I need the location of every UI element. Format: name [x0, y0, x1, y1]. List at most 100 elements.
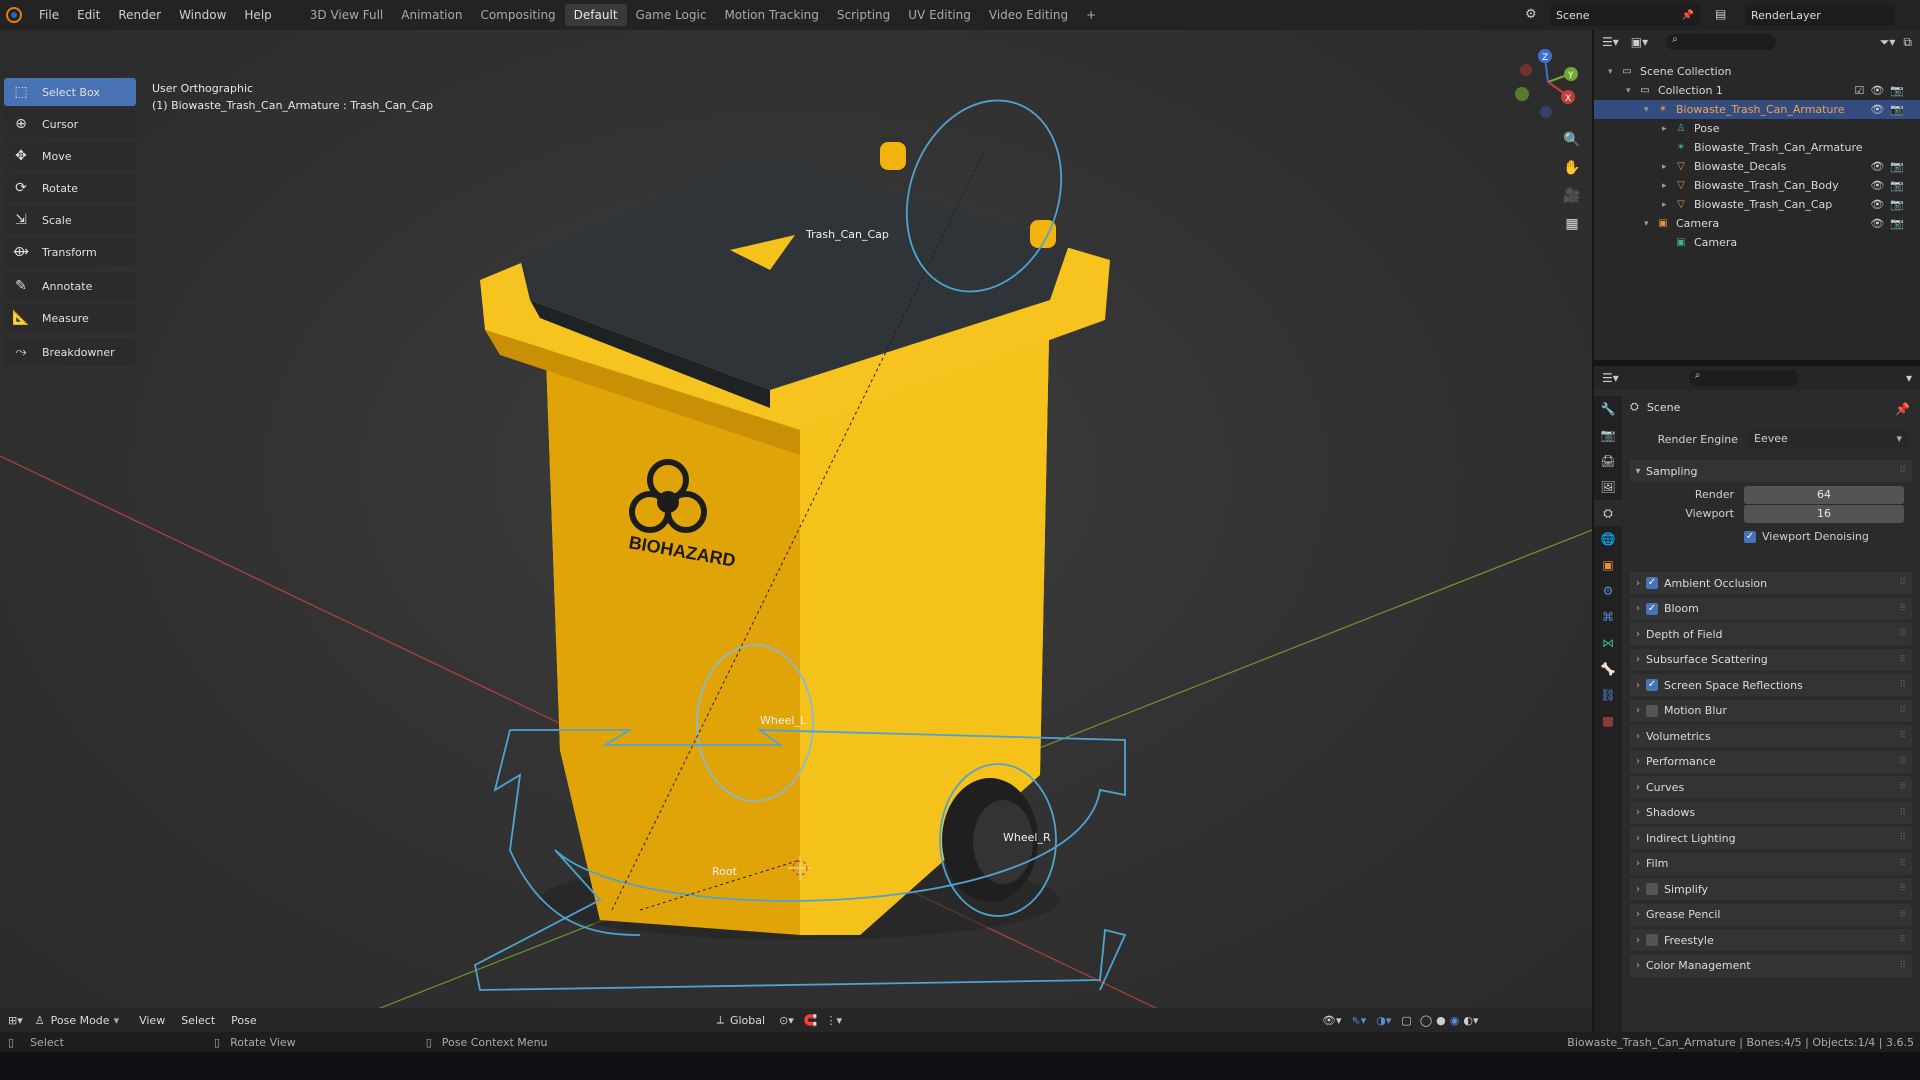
outliner-row[interactable]: ▸ ▽ Biowaste_Trash_Can_Cap 👁📷 [1594, 195, 1920, 214]
visibility-toggle-icon[interactable]: 👁📷 [1870, 160, 1910, 173]
tool-breakdowner[interactable]: ⤳ Breakdowner [4, 338, 136, 366]
overlay-toggle-icon[interactable]: ◑▾ [1376, 1014, 1391, 1027]
properties-editor-icon[interactable]: ☰▾ [1602, 371, 1619, 385]
tool-tab-icon[interactable]: 🔧 [1594, 396, 1622, 422]
drag-grip-icon[interactable]: ⠿ [1899, 961, 1906, 971]
visibility-toggle-icon[interactable]: 👁📷 [1870, 198, 1910, 211]
menu-select[interactable]: Select [181, 1014, 215, 1027]
checkbox-unchecked-icon[interactable] [1646, 704, 1658, 717]
checkbox-unchecked-icon[interactable] [1646, 934, 1658, 946]
render-layer-selector[interactable]: RenderLayer [1745, 4, 1895, 26]
object-tab-icon[interactable]: ▣ [1594, 552, 1622, 578]
properties-options-icon[interactable]: ▾ [1906, 371, 1912, 385]
expand-arrow-icon[interactable]: ▾ [1608, 67, 1620, 77]
outliner-row[interactable]: ▸ ♙ Pose [1594, 119, 1920, 138]
menu-edit[interactable]: Edit [68, 8, 109, 22]
drag-grip-icon[interactable]: ⠿ [1899, 680, 1906, 690]
pan-hand-icon[interactable]: ✋ [1560, 156, 1584, 180]
drag-grip-icon[interactable]: ⠿ [1899, 935, 1906, 945]
visibility-icon[interactable]: 👁▾ [1322, 1014, 1342, 1027]
tool-annotate[interactable]: ✎ Annotate [4, 272, 136, 300]
mode-selector[interactable]: Pose Mode [51, 1014, 110, 1027]
expand-arrow-icon[interactable]: ▾ [1626, 86, 1638, 96]
outliner-row[interactable]: ▾ ▭ Collection 1 ☑👁📷 [1594, 81, 1920, 100]
texture-tab-icon[interactable]: ▩ [1594, 708, 1622, 734]
tab-3d-view-full[interactable]: 3D View Full [301, 4, 393, 26]
tab-default[interactable]: Default [564, 4, 627, 26]
tab-animation[interactable]: Animation [392, 4, 471, 26]
scene-selector-icon[interactable]: ⚙ [1525, 7, 1537, 22]
scene-tab-icon[interactable]: ⛭ [1594, 500, 1622, 526]
menu-help[interactable]: Help [235, 8, 280, 22]
outliner-row[interactable]: ▣ Camera [1594, 233, 1920, 252]
render-samples-field[interactable]: 64 [1744, 486, 1904, 504]
object-data-tab-icon[interactable]: ⋈ [1594, 630, 1622, 656]
new-collection-icon[interactable]: ⧉ [1903, 35, 1912, 50]
filter-icon[interactable]: ⏷▾ [1880, 35, 1896, 50]
xray-icon[interactable]: ▢ [1401, 1014, 1411, 1027]
pin-icon[interactable]: 📌 [1682, 10, 1694, 21]
panel-color-management[interactable]: › Color Management ⠿ [1630, 954, 1912, 977]
menu-file[interactable]: File [30, 8, 68, 22]
render-tab-icon[interactable]: 📷 [1594, 422, 1622, 448]
scene-selector[interactable]: Scene 📌 [1550, 4, 1700, 26]
tool-cursor[interactable]: ⊕ Cursor [4, 110, 136, 138]
drag-grip-icon[interactable]: ⠿ [1899, 808, 1906, 818]
tool-select-box[interactable]: ⬚ Select Box [4, 78, 136, 106]
camera-view-icon[interactable]: 🎥 [1560, 184, 1584, 208]
solid-shading-icon[interactable]: ● [1436, 1014, 1446, 1027]
bone-tab-icon[interactable]: 🦴 [1594, 656, 1622, 682]
blender-logo-icon[interactable] [6, 7, 22, 23]
panel-depth-of-field[interactable]: › Depth of Field ⠿ [1630, 623, 1912, 645]
panel-motion-blur[interactable]: › Motion Blur ⠿ [1630, 699, 1912, 722]
drag-grip-icon[interactable]: ⠿ [1899, 884, 1906, 894]
display-mode-icon[interactable]: ▣▾ [1631, 35, 1648, 49]
panel-grease-pencil[interactable]: › Grease Pencil ⠿ [1630, 903, 1912, 926]
drag-grip-icon[interactable]: ⠿ [1899, 604, 1906, 614]
output-tab-icon[interactable]: 🖨 [1594, 448, 1622, 474]
tab-scripting[interactable]: Scripting [828, 4, 899, 26]
snap-icon[interactable]: 🧲 [804, 1014, 818, 1027]
add-workspace-button[interactable]: + [1077, 4, 1105, 26]
checkbox-unchecked-icon[interactable] [1646, 883, 1658, 895]
render-engine-dropdown[interactable]: Eevee ▾ [1746, 430, 1908, 448]
checkbox-checked-icon[interactable] [1646, 679, 1658, 691]
tab-game-logic[interactable]: Game Logic [627, 4, 716, 26]
panel-indirect-lighting[interactable]: › Indirect Lighting ⠿ [1630, 827, 1912, 849]
viewport-denoising-checkbox[interactable]: Viewport Denoising [1744, 530, 1869, 543]
tool-move[interactable]: ✥ Move [4, 142, 136, 170]
viewport-samples-field[interactable]: 16 [1744, 505, 1904, 523]
properties-search-input[interactable]: ⌕ [1688, 370, 1799, 386]
tab-compositing[interactable]: Compositing [471, 4, 564, 26]
view-layer-icon[interactable]: ▤ [1715, 7, 1726, 21]
snap-settings-icon[interactable]: ⋮▾ [826, 1014, 843, 1027]
visibility-toggle-icon[interactable]: 👁📷 [1870, 179, 1910, 192]
editor-type-icon[interactable]: ⊞▾ [8, 1014, 23, 1027]
drag-grip-icon[interactable]: ⠿ [1899, 629, 1906, 639]
drag-grip-icon[interactable]: ⠿ [1899, 833, 1906, 843]
outliner-row[interactable]: ▸ ▽ Biowaste_Trash_Can_Body 👁📷 [1594, 176, 1920, 195]
orientation-selector[interactable]: Global [730, 1014, 765, 1027]
panel-simplify[interactable]: › Simplify ⠿ [1630, 878, 1912, 900]
grid-toggle-icon[interactable]: ▦ [1560, 212, 1584, 236]
bone-constraint-tab-icon[interactable]: ⛓ [1594, 682, 1622, 708]
tab-uv-editing[interactable]: UV Editing [899, 4, 980, 26]
panel-curves[interactable]: › Curves ⠿ [1630, 776, 1912, 798]
expand-arrow-icon[interactable]: ▸ [1662, 200, 1674, 210]
panel-film[interactable]: › Film ⠿ [1630, 852, 1912, 875]
modifier-tab-icon[interactable]: ⚙ [1594, 578, 1622, 604]
outliner-row[interactable]: ▾ ▭ Scene Collection [1594, 62, 1920, 81]
expand-arrow-icon[interactable]: ▸ [1662, 162, 1674, 172]
menu-window[interactable]: Window [170, 8, 235, 22]
expand-arrow-icon[interactable]: ▸ [1662, 181, 1674, 191]
navigation-gizmo[interactable]: Z Y X [1510, 44, 1580, 124]
outliner-editor-icon[interactable]: ☰▾ [1602, 35, 1619, 49]
gizmo-toggle-icon[interactable]: ⇖▾ [1352, 1014, 1367, 1027]
tool-transform[interactable]: ⟴ Transform [4, 238, 136, 266]
outliner-row[interactable]: ▸ ▽ Biowaste_Decals 👁📷 [1594, 157, 1920, 176]
menu-render[interactable]: Render [109, 8, 170, 22]
view-layer-tab-icon[interactable]: 🖼 [1594, 474, 1622, 500]
tool-rotate[interactable]: ⟳ Rotate [4, 174, 136, 202]
drag-grip-icon[interactable]: ⠿ [1899, 655, 1906, 665]
drag-grip-icon[interactable]: ⠿ [1899, 757, 1906, 767]
